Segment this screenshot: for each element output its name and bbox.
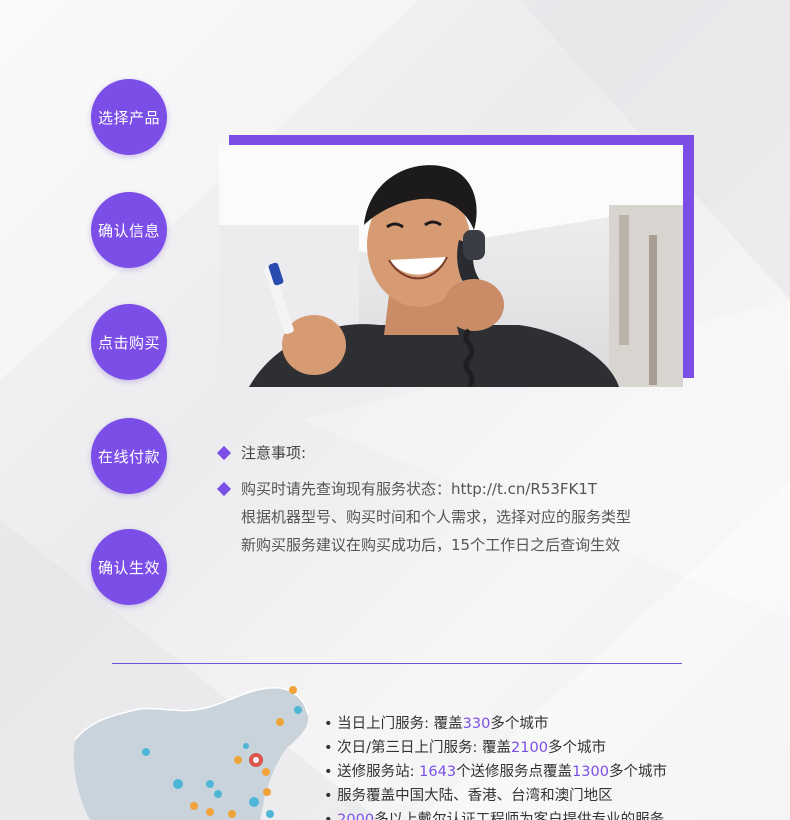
photo-man-on-phone [219, 145, 683, 387]
step-confirm-effective: 确认生效 [91, 529, 167, 605]
notice-item-1: 购买时请先查询现有服务状态：http://t.cn/R53FK1T [216, 478, 739, 502]
stat-repair-stations: • 送修服务站: 1643个送修服务点覆盖1300多个城市 [324, 760, 667, 781]
stat-next-day: • 次日/第三日上门服务: 覆盖2100多个城市 [324, 736, 606, 757]
china-service-map [70, 680, 315, 820]
notice-item-2: 根据机器型号、购买时间和个人需求，选择对应的服务类型 [219, 506, 739, 530]
stat-text: • 服务覆盖中国大陆、香港、台湾和澳门地区 [324, 788, 613, 804]
stat-number: 330 [462, 716, 491, 732]
notice-title-row: 注意事项: [216, 442, 739, 466]
stat-text: • [324, 812, 338, 820]
stat-coverage: • 服务覆盖中国大陆、香港、台湾和澳门地区 [324, 784, 613, 805]
step-label: 确认信息 [97, 221, 160, 240]
stat-text: 多以上戴尔认证工程师为客户提供专业的服务 [374, 812, 665, 820]
stat-text: 多个城市 [547, 740, 606, 756]
stat-number: 1300 [572, 764, 609, 780]
stat-text: 个送修服务点覆盖 [456, 764, 573, 780]
diamond-bullet-icon [216, 445, 232, 461]
stat-text: 多个城市 [608, 764, 667, 780]
step-label: 确认生效 [97, 558, 160, 577]
stat-text: • 送修服务站: [324, 764, 420, 780]
notice-item-3: 新购买服务建议在购买成功后，15个工作日之后查询生效 [219, 534, 739, 558]
stat-number: 1643 [419, 764, 457, 780]
stat-engineers: • 2000多以上戴尔认证工程师为客户提供专业的服务 [324, 808, 664, 820]
step-click-buy: 点击购买 [91, 304, 167, 380]
stat-same-day: • 当日上门服务: 覆盖330多个城市 [324, 712, 548, 733]
step-confirm-info: 确认信息 [91, 192, 167, 268]
stat-number: 2100 [511, 740, 548, 756]
step-label: 在线付款 [97, 447, 160, 466]
stat-text: 多个城市 [490, 716, 549, 732]
step-label: 选择产品 [97, 108, 160, 127]
step-online-pay: 在线付款 [91, 418, 167, 494]
notice-line-3: 新购买服务建议在购买成功后，15个工作日之后查询生效 [241, 536, 621, 554]
stat-text: • 当日上门服务: 覆盖 [324, 716, 463, 732]
notice-line-2: 根据机器型号、购买时间和个人需求，选择对应的服务类型 [241, 508, 632, 526]
notice-title: 注意事项: [241, 444, 307, 462]
step-select-product: 选择产品 [91, 79, 167, 155]
stat-text: • 次日/第三日上门服务: 覆盖 [324, 740, 512, 756]
diamond-bullet-icon [216, 481, 232, 497]
section-divider [112, 663, 682, 664]
stat-number: 2000 [337, 812, 375, 820]
notice-line-1: 购买时请先查询现有服务状态：http://t.cn/R53FK1T [241, 480, 598, 498]
step-label: 点击购买 [97, 333, 160, 352]
